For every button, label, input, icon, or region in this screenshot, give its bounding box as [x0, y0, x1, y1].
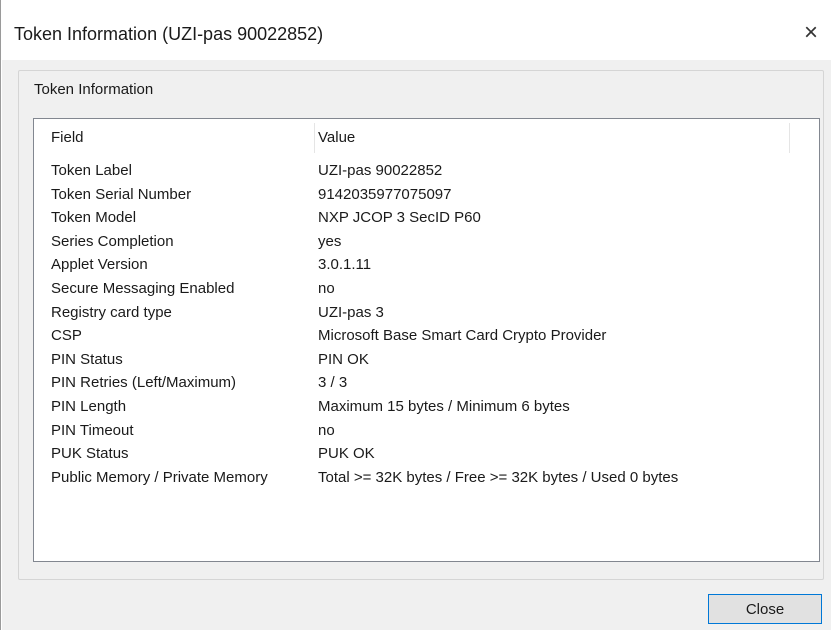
cell-value: 3.0.1.11	[318, 256, 372, 274]
cell-value: Total >= 32K bytes / Free >= 32K bytes /…	[318, 468, 679, 486]
list-header: Field Value	[34, 119, 819, 157]
cell-value: 3 / 3	[318, 374, 348, 392]
table-row[interactable]: Series Completion yes	[34, 230, 819, 254]
cell-value: yes	[318, 232, 342, 250]
cell-value: Maximum 15 bytes / Minimum 6 bytes	[318, 397, 570, 415]
cell-field: Public Memory / Private Memory	[51, 468, 268, 486]
cell-value: 9142035977075097	[318, 185, 452, 203]
title-bar[interactable]: Token Information (UZI-pas 90022852) ×	[1, 0, 831, 60]
cell-value: PUK OK	[318, 445, 375, 463]
table-row[interactable]: Public Memory / Private Memory Total >= 3…	[34, 466, 819, 490]
table-row[interactable]: PIN Status PIN OK	[34, 348, 819, 372]
cell-field: PIN Length	[51, 397, 127, 415]
table-row[interactable]: Registry card type UZI-pas 3	[34, 301, 819, 325]
cell-field: PUK Status	[51, 445, 129, 463]
token-information-dialog: Token Information (UZI-pas 90022852) × T…	[0, 0, 831, 630]
table-row[interactable]: PIN Retries (Left/Maximum) 3 / 3	[34, 371, 819, 395]
cell-value: UZI-pas 90022852	[318, 162, 443, 179]
cell-value: Microsoft Base Smart Card Crypto Provide…	[318, 327, 607, 345]
table-row[interactable]: PUK Status PUK OK	[34, 442, 819, 466]
list-rows: Token Label UZI-pas 90022852 Token Serial …	[34, 159, 819, 489]
table-row[interactable]: CSP Microsoft Base Smart Card Crypto Prov…	[34, 324, 819, 348]
cell-field: PIN Timeout	[51, 421, 134, 439]
cell-value: no	[318, 421, 335, 439]
groupbox-legend: Token Information	[31, 81, 157, 98]
table-row[interactable]: Token Model NXP JCOP 3 SecID P60	[34, 206, 819, 230]
cell-field: Series Completion	[51, 232, 174, 250]
close-button[interactable]: Close	[708, 594, 822, 624]
window-title: Token Information (UZI-pas 90022852)	[14, 24, 324, 44]
cell-field: PIN Status	[51, 350, 123, 368]
column-separator[interactable]	[314, 123, 315, 153]
table-row[interactable]: Applet Version 3.0.1.11	[34, 253, 819, 277]
column-separator[interactable]	[789, 123, 790, 153]
close-icon[interactable]: ×	[798, 18, 824, 48]
cell-field: Secure Messaging Enabled	[51, 279, 235, 297]
cell-field: Token Model	[51, 209, 137, 227]
cell-field: PIN Retries (Left/Maximum)	[51, 374, 237, 392]
cell-field: Registry card type	[51, 303, 172, 321]
cell-value: no	[318, 279, 335, 297]
table-row[interactable]: Secure Messaging Enabled no	[34, 277, 819, 301]
cell-value: PIN OK	[318, 350, 369, 368]
cell-field: Applet Version	[51, 256, 148, 274]
table-row[interactable]: PIN Length Maximum 15 bytes / Minimum 6 b…	[34, 395, 819, 419]
column-header-value[interactable]: Value	[318, 119, 355, 157]
cell-value: NXP JCOP 3 SecID P60	[318, 209, 481, 227]
token-information-groupbox: Token Information Field Value Token Labe…	[18, 70, 824, 580]
dialog-client-area: Token Information Field Value Token Labe…	[2, 60, 831, 630]
cell-field: Token Label	[51, 162, 132, 179]
table-row[interactable]: Token Serial Number 9142035977075097	[34, 183, 819, 207]
table-row[interactable]: Token Label UZI-pas 90022852	[34, 159, 819, 183]
token-info-list[interactable]: Field Value Token Label UZI-pas 90022852 T…	[33, 118, 820, 562]
table-row[interactable]: PIN Timeout no	[34, 419, 819, 443]
cell-field: CSP	[51, 327, 82, 345]
cell-value: UZI-pas 3	[318, 303, 384, 321]
cell-field: Token Serial Number	[51, 185, 192, 203]
column-header-field[interactable]: Field	[51, 119, 84, 157]
